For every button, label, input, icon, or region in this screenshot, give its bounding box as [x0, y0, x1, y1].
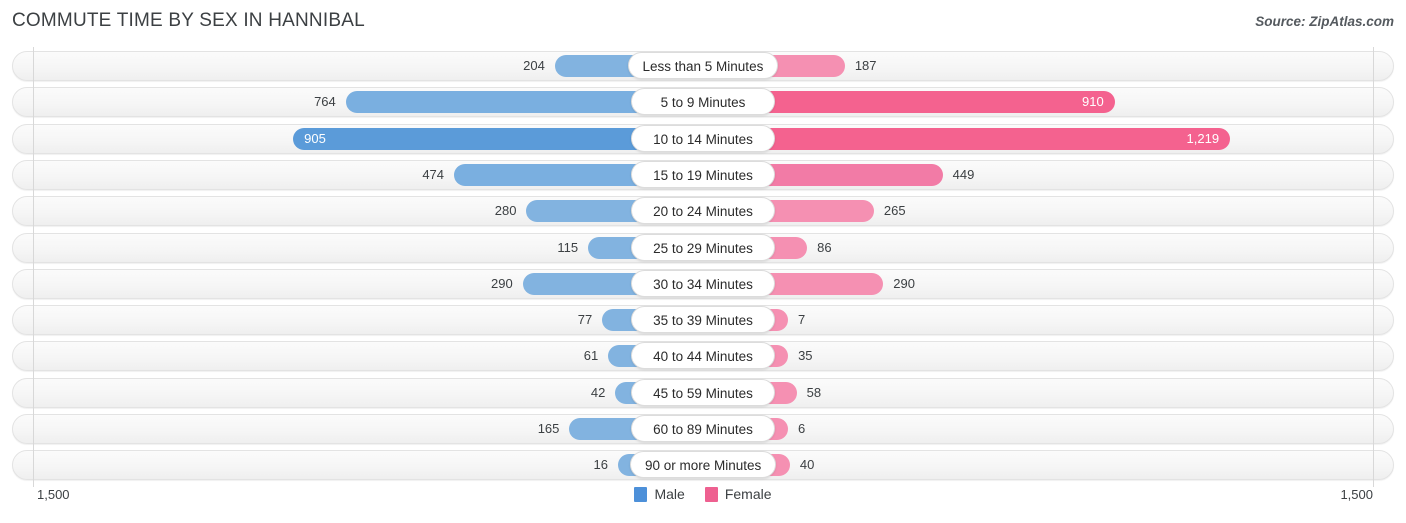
legend-label-female: Female [724, 486, 772, 502]
chart-legend: Male Female [0, 486, 1406, 502]
chart-row: 290 290 30 to 34 Minutes [12, 268, 1394, 299]
bar-value-female: 58 [806, 384, 822, 400]
bar-value-male: 764 [314, 94, 336, 110]
bar-value-male: 280 [494, 203, 517, 219]
category-label-pill: 60 to 89 Minutes [631, 415, 775, 442]
chart-row: 115 86 25 to 29 Minutes [12, 232, 1394, 263]
chart-row: 61 35 40 to 44 Minutes [12, 341, 1394, 372]
chart-footer: 1,500 1,500 Male Female [0, 483, 1406, 523]
source-attribution: Source: ZipAtlas.com [1255, 14, 1394, 29]
category-label-pill: 45 to 59 Minutes [631, 378, 775, 406]
chart-row: 165 6 60 to 89 Minutes [12, 414, 1394, 444]
bar-value-female: 6 [798, 421, 806, 436]
bar-value-female: 449 [952, 166, 975, 182]
bar-value-female: 86 [817, 239, 832, 255]
chart-row: 905 1,219 10 to 14 Minutes [12, 123, 1394, 154]
category-label-pill: 30 to 34 Minutes [631, 269, 775, 297]
category-label-pill: 10 to 14 Minutes [631, 124, 775, 152]
bar-value-male: 290 [491, 275, 513, 291]
bar-value-male: 61 [583, 348, 599, 364]
chart-row: 204 187 Less than 5 Minutes [12, 51, 1394, 81]
category-label-pill: 35 to 39 Minutes [631, 306, 775, 334]
legend-swatch-female-icon [704, 486, 718, 502]
category-label-pill: 25 to 29 Minutes [631, 233, 775, 261]
chart-row: 42 58 45 to 59 Minutes [12, 377, 1394, 408]
chart-row: 77 7 35 to 39 Minutes [12, 305, 1394, 336]
chart-row: 280 265 20 to 24 Minutes [12, 196, 1394, 227]
category-label-pill: 40 to 44 Minutes [631, 342, 775, 370]
legend-swatch-male-icon [634, 486, 648, 502]
category-label-pill: 20 to 24 Minutes [631, 197, 775, 225]
bar-value-female: 1,219 [1186, 130, 1220, 146]
legend-item-female[interactable]: Female [704, 486, 772, 502]
bar-value-female: 40 [799, 457, 815, 473]
bar-value-male: 165 [537, 421, 560, 436]
axis-line-right [1373, 47, 1374, 487]
bar-value-male: 115 [557, 239, 579, 255]
bar-value-female: 290 [893, 275, 915, 291]
chart-row: 474 449 15 to 19 Minutes [12, 159, 1394, 190]
bar-value-male: 474 [422, 166, 445, 182]
chart-plot-area: 204 187 Less than 5 Minutes 910 764 5 to 9 Mi… [0, 47, 1406, 487]
bar-value-female: 910 [1082, 94, 1104, 110]
bar-value-female: 7 [798, 312, 806, 328]
legend-item-male[interactable]: Male [634, 486, 685, 502]
chart-header: COMMUTE TIME BY SEX IN HANNIBAL Source: … [0, 0, 1406, 44]
category-label-pill: 90 or more Minutes [630, 451, 777, 479]
category-label-pill: 5 to 9 Minutes [631, 88, 775, 116]
legend-label-male: Male [654, 486, 685, 502]
bar-value-male: 905 [304, 130, 326, 146]
category-label-pill: Less than 5 Minutes [627, 52, 779, 79]
bar-value-female: 265 [883, 203, 906, 219]
bar-value-female: 35 [798, 348, 813, 364]
bar-value-male: 204 [523, 58, 545, 73]
bar-value-female: 187 [854, 58, 877, 73]
axis-line-left [33, 47, 34, 487]
category-label-pill: 15 to 19 Minutes [631, 160, 775, 188]
bar-female[interactable]: 1,219 [703, 127, 1231, 150]
bar-value-male: 16 [593, 457, 608, 473]
page-title: COMMUTE TIME BY SEX IN HANNIBAL [12, 10, 365, 31]
bar-value-male: 42 [590, 384, 606, 400]
chart-row: 16 40 90 or more Minutes [12, 450, 1394, 481]
bar-value-male: 77 [577, 312, 593, 328]
chart-row: 910 764 5 to 9 Minutes [12, 87, 1394, 118]
